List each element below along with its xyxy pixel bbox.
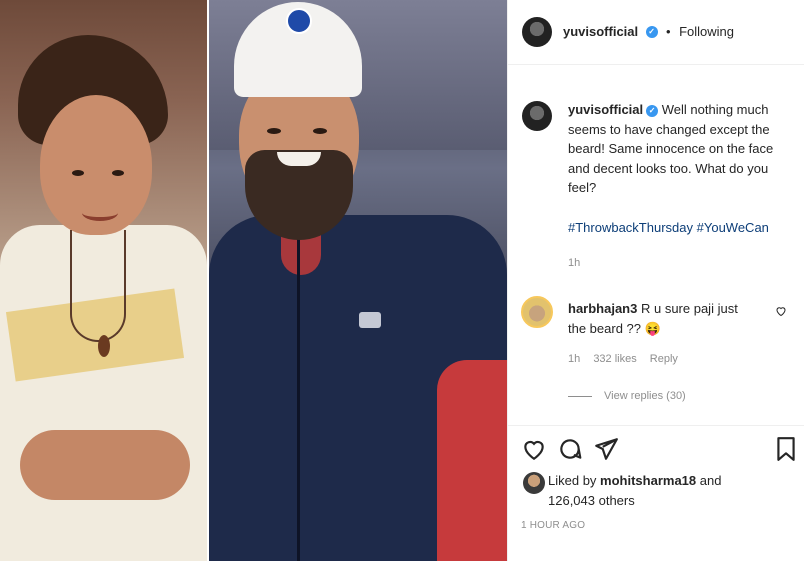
separator-dot: •: [666, 24, 671, 39]
reply-button[interactable]: Reply: [650, 353, 678, 365]
likes-prefix: Liked by: [548, 473, 597, 488]
verified-badge-icon: ✓: [646, 104, 659, 117]
comment-likes[interactable]: 332 likes: [593, 353, 636, 365]
heart-icon[interactable]: [521, 436, 547, 462]
bookmark-icon[interactable]: [773, 436, 799, 462]
comment-meta: 1h 332 likes Reply: [568, 353, 688, 365]
view-replies-label: View replies (30): [604, 390, 686, 402]
view-replies-button[interactable]: View replies (30): [568, 390, 686, 402]
likes-summary: Liked by mohitsharma18 and 126,043 other…: [548, 471, 778, 510]
follow-button[interactable]: Following: [679, 24, 734, 39]
childhood-photo: [0, 0, 207, 561]
likes-count[interactable]: 126,043 others: [548, 493, 635, 508]
action-bar: [507, 425, 804, 476]
share-icon[interactable]: [593, 436, 619, 462]
caption-timestamp: 1h: [568, 257, 581, 269]
instagram-post: yuvisofficial ✓ • Following yuvisofficia…: [0, 0, 804, 561]
comment-timestamp: 1h: [568, 353, 581, 365]
post-photo[interactable]: [0, 0, 507, 561]
commenter-avatar[interactable]: [521, 296, 553, 328]
header-info: yuvisofficial ✓ • Following: [563, 23, 734, 41]
comment: harbhajan3 R u sure paji just the beard …: [568, 299, 758, 338]
liker-avatar[interactable]: [523, 472, 545, 494]
commenter-username[interactable]: harbhajan3: [568, 301, 637, 316]
caption-author-avatar[interactable]: [522, 101, 552, 131]
likes-suffix: and: [699, 473, 722, 488]
caption-author-username[interactable]: yuvisofficial: [568, 102, 643, 117]
author-avatar[interactable]: [522, 17, 552, 47]
comment-icon[interactable]: [557, 436, 583, 462]
comment-like-heart-icon[interactable]: [775, 305, 787, 317]
caption: yuvisofficial ✓ Well nothing much seems t…: [568, 100, 778, 198]
adult-photo: [209, 0, 507, 561]
post-timestamp[interactable]: 1 HOUR AGO: [521, 520, 585, 531]
hashtag-link[interactable]: #ThrowbackThursday: [568, 220, 693, 235]
author-username[interactable]: yuvisofficial: [563, 24, 638, 39]
liker-username[interactable]: mohitsharma18: [600, 473, 696, 488]
hashtag-link[interactable]: #YouWeCan: [697, 220, 769, 235]
hashtags: #ThrowbackThursday #YouWeCan: [568, 220, 769, 235]
verified-badge-icon: ✓: [645, 25, 658, 38]
replies-divider: [568, 395, 592, 397]
